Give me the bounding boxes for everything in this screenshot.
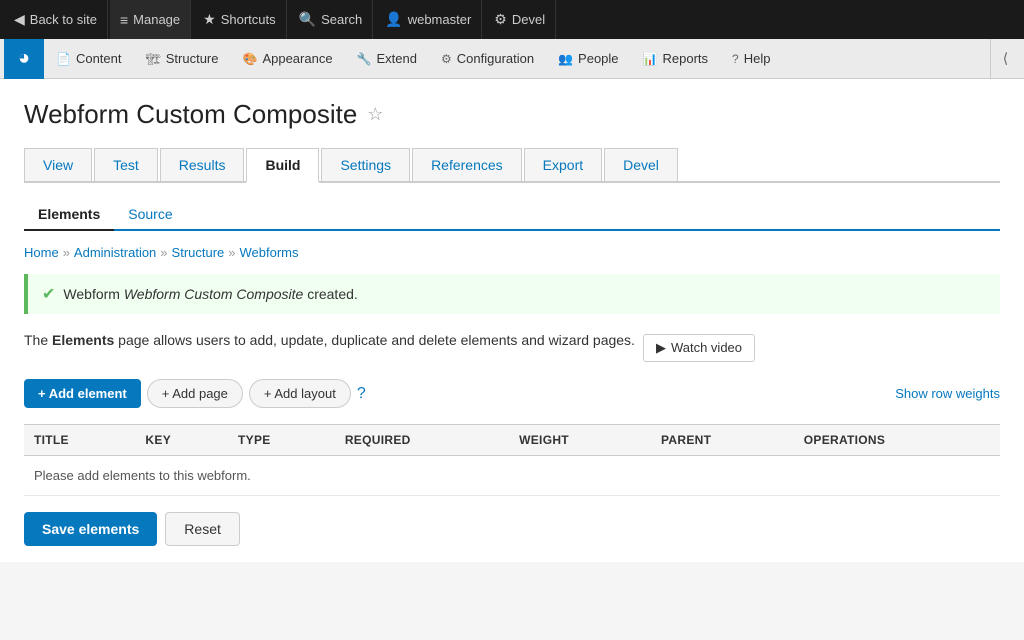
- table-body: Please add elements to this webform.: [24, 456, 1000, 496]
- reset-button[interactable]: Reset: [165, 512, 240, 546]
- nav-collapse-button[interactable]: ⟨: [990, 39, 1020, 79]
- page-title-row: Webform Custom Composite ☆: [24, 99, 1000, 130]
- col-parent: PARENT: [651, 425, 794, 456]
- table-empty-row: Please add elements to this webform.: [24, 456, 1000, 496]
- star-icon: ★: [203, 11, 216, 28]
- col-weight: WEIGHT: [509, 425, 651, 456]
- breadcrumb-structure[interactable]: Structure: [172, 245, 225, 260]
- action-buttons: + Add element + Add page + Add layout ? …: [24, 379, 1000, 408]
- nav-reports[interactable]: 📊 Reports: [631, 39, 720, 79]
- search-link[interactable]: 🔍 Search: [289, 0, 374, 39]
- empty-message: Please add elements to this webform.: [24, 456, 1000, 496]
- description-text: The Elements page allows users to add, u…: [24, 330, 635, 351]
- structure-icon: 🏗: [146, 52, 161, 66]
- col-key: KEY: [135, 425, 228, 456]
- tab-settings[interactable]: Settings: [321, 148, 410, 181]
- col-required: REQUIRED: [335, 425, 509, 456]
- show-row-weights-link[interactable]: Show row weights: [895, 386, 1000, 401]
- elements-table: TITLE KEY TYPE REQUIRED WEIGHT PARENT OP…: [24, 424, 1000, 496]
- nav-help[interactable]: ? Help: [720, 39, 782, 79]
- manage-icon: ≡: [120, 12, 128, 28]
- nav-appearance[interactable]: 🎨 Appearance: [230, 39, 344, 79]
- nav-extend[interactable]: 🔧 Extend: [345, 39, 429, 79]
- col-title: TITLE: [24, 425, 135, 456]
- tab-build[interactable]: Build: [246, 148, 319, 183]
- add-element-button[interactable]: + Add element: [24, 379, 141, 408]
- form-actions: Save elements Reset: [24, 496, 1000, 562]
- nav-people[interactable]: 👥 People: [546, 39, 630, 79]
- user-icon: 👤: [385, 11, 402, 28]
- add-layout-button[interactable]: + Add layout: [249, 379, 351, 408]
- main-content: Webform Custom Composite ☆ View Test Res…: [0, 79, 1024, 562]
- gear-icon: ⚙: [494, 11, 507, 28]
- breadcrumb-home[interactable]: Home: [24, 245, 59, 260]
- breadcrumb: Home » Administration » Structure » Webf…: [24, 245, 1000, 260]
- sub-tabs-row: Elements Source: [24, 199, 1000, 231]
- devel-link[interactable]: ⚙ Devel: [484, 0, 556, 39]
- nav-structure[interactable]: 🏗 Structure: [134, 39, 231, 79]
- col-type: TYPE: [228, 425, 335, 456]
- tab-view[interactable]: View: [24, 148, 92, 181]
- tab-results[interactable]: Results: [160, 148, 245, 181]
- save-elements-button[interactable]: Save elements: [24, 512, 157, 546]
- table-header: TITLE KEY TYPE REQUIRED WEIGHT PARENT OP…: [24, 425, 1000, 456]
- secondary-nav: ◕ 📄 Content 🏗 Structure 🎨 Appearance 🔧 E…: [0, 39, 1024, 79]
- back-to-site-link[interactable]: ◀ Back to site: [4, 0, 108, 39]
- tabs-row: View Test Results Build Settings Referen…: [24, 148, 1000, 183]
- content-icon: 📄: [56, 52, 71, 66]
- subtab-elements[interactable]: Elements: [24, 199, 114, 231]
- breadcrumb-webforms[interactable]: Webforms: [240, 245, 299, 260]
- play-icon: ▶: [656, 340, 666, 356]
- success-checkmark-icon: ✔: [42, 284, 55, 304]
- breadcrumb-administration[interactable]: Administration: [74, 245, 156, 260]
- help-icon: ?: [732, 52, 739, 66]
- back-arrow-icon: ◀: [14, 11, 25, 28]
- admin-bar: ◀ Back to site ≡ Manage ★ Shortcuts 🔍 Se…: [0, 0, 1024, 39]
- shortcuts-link[interactable]: ★ Shortcuts: [193, 0, 286, 39]
- description-row: The Elements page allows users to add, u…: [24, 330, 1000, 365]
- col-operations: OPERATIONS: [794, 425, 1000, 456]
- add-page-button[interactable]: + Add page: [147, 379, 243, 408]
- webmaster-link[interactable]: 👤 webmaster: [375, 0, 482, 39]
- page-title: Webform Custom Composite: [24, 99, 357, 130]
- favorite-icon[interactable]: ☆: [367, 104, 383, 125]
- people-icon: 👥: [558, 52, 573, 66]
- nav-configuration[interactable]: ⚙ Configuration: [429, 39, 546, 79]
- configuration-icon: ⚙: [441, 52, 452, 66]
- search-icon: 🔍: [299, 11, 316, 28]
- drupal-logo: ◕: [4, 39, 44, 79]
- tab-export[interactable]: Export: [524, 148, 602, 181]
- tab-test[interactable]: Test: [94, 148, 158, 181]
- watch-video-button[interactable]: ▶ Watch video: [643, 334, 755, 362]
- help-question-icon[interactable]: ?: [357, 385, 366, 403]
- success-message: ✔ Webform Webform Custom Composite creat…: [24, 274, 1000, 314]
- tab-references[interactable]: References: [412, 148, 522, 181]
- subtab-source[interactable]: Source: [114, 199, 186, 231]
- extend-icon: 🔧: [357, 52, 372, 66]
- manage-link[interactable]: ≡ Manage: [110, 0, 191, 39]
- tab-devel[interactable]: Devel: [604, 148, 678, 181]
- nav-content[interactable]: 📄 Content: [44, 39, 134, 79]
- reports-icon: 📊: [643, 52, 658, 66]
- appearance-icon: 🎨: [242, 52, 257, 66]
